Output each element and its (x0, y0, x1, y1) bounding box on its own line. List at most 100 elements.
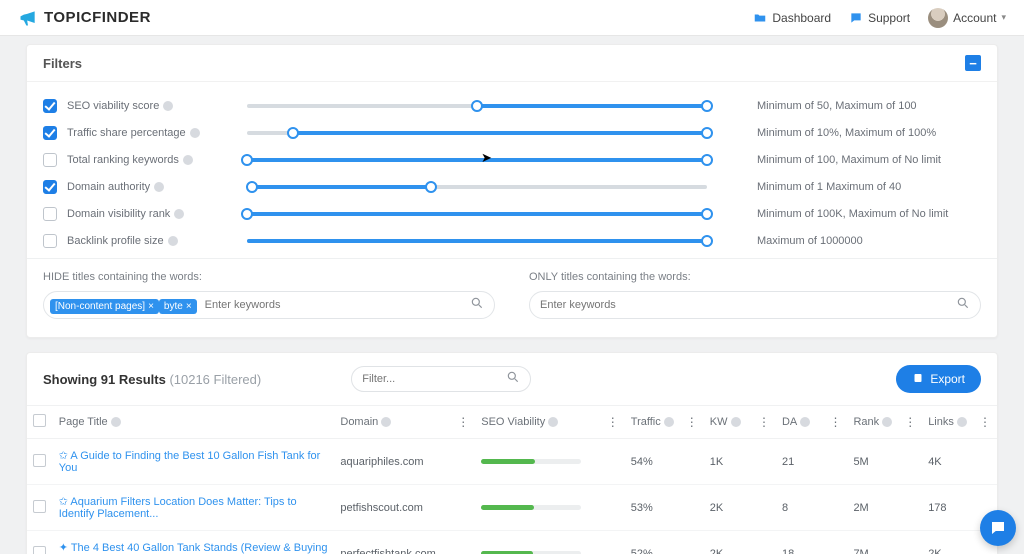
spark-icon: ✦ (59, 542, 68, 554)
select-all-checkbox[interactable] (33, 414, 46, 427)
col-viability[interactable]: SEO Viability (481, 416, 545, 428)
info-icon[interactable] (111, 417, 121, 427)
page-title-link[interactable]: The 4 Best 40 Gallon Tank Stands (Review… (59, 542, 328, 554)
info-icon[interactable] (174, 209, 184, 219)
slider-handle-min[interactable] (287, 127, 299, 139)
col-links[interactable]: Links (928, 416, 954, 428)
row-checkbox[interactable] (33, 500, 46, 513)
cell-da: 18 (776, 531, 823, 554)
info-icon[interactable] (957, 417, 967, 427)
col-rank[interactable]: Rank (853, 416, 879, 428)
info-icon[interactable] (548, 417, 558, 427)
filter-range-text: Minimum of 50, Maximum of 100 (757, 100, 917, 112)
chip-remove-icon[interactable]: × (148, 301, 154, 312)
nav-support[interactable]: Support (849, 11, 910, 25)
results-filter-input[interactable] (351, 366, 531, 392)
page-title-link[interactable]: Aquarium Filters Location Does Matter: T… (59, 496, 297, 520)
results-card: Showing 91 Results (10216 Filtered) Expo… (26, 352, 998, 554)
range-slider[interactable] (247, 126, 707, 140)
filter-row: Domain authority Minimum of 1 Maximum of… (43, 173, 981, 200)
filter-checkbox[interactable] (43, 126, 57, 140)
page-title-link[interactable]: A Guide to Finding the Best 10 Gallon Fi… (59, 450, 321, 474)
star-icon[interactable]: ✩ (59, 450, 68, 462)
keyword-chip[interactable]: [Non-content pages] × (50, 299, 159, 314)
slider-handle-max[interactable] (701, 127, 713, 139)
only-keywords-field[interactable] (536, 299, 952, 311)
export-icon (912, 372, 924, 387)
filter-range-text: Minimum of 100, Maximum of No limit (757, 154, 941, 166)
nav-account[interactable]: Account ▾ (928, 8, 1006, 28)
info-icon[interactable] (882, 417, 892, 427)
info-icon[interactable] (190, 128, 200, 138)
range-slider[interactable] (247, 99, 707, 113)
results-filter-field[interactable] (362, 373, 506, 385)
info-icon[interactable] (664, 417, 674, 427)
nav-dashboard[interactable]: Dashboard (753, 11, 831, 25)
export-button[interactable]: Export (896, 365, 981, 393)
cell-domain: aquariphiles.com (334, 439, 451, 485)
viability-bar (481, 505, 595, 510)
range-slider[interactable] (247, 153, 707, 167)
filter-label: SEO viability score (67, 100, 247, 112)
brand-logo[interactable]: TOPICFINDER (18, 8, 151, 28)
results-table: Page Title Domain ⋮ SEO Viability ⋮ Traf… (27, 405, 997, 554)
slider-handle-max[interactable] (701, 154, 713, 166)
cell-da: 8 (776, 485, 823, 531)
results-count: Showing 91 Results (10216 Filtered) (43, 372, 261, 387)
info-icon[interactable] (168, 236, 178, 246)
filter-range-text: Maximum of 1000000 (757, 235, 863, 247)
col-traffic[interactable]: Traffic (631, 416, 661, 428)
search-icon (506, 370, 520, 389)
slider-handle-min[interactable] (241, 154, 253, 166)
collapse-button[interactable]: − (965, 55, 981, 71)
col-kw[interactable]: KW (710, 416, 728, 428)
col-title[interactable]: Page Title (59, 416, 108, 428)
info-icon[interactable] (163, 101, 173, 111)
slider-handle-max[interactable] (701, 208, 713, 220)
slider-handle-min[interactable] (246, 181, 258, 193)
range-slider[interactable] (247, 234, 707, 248)
filter-checkbox[interactable] (43, 99, 57, 113)
range-slider[interactable] (247, 207, 707, 221)
nav-account-label: Account (953, 11, 996, 25)
filter-row: Total ranking keywords Minimum of 100, M… (43, 146, 981, 173)
only-keywords-input[interactable] (529, 291, 981, 319)
cell-traffic: 54% (625, 439, 680, 485)
info-icon[interactable] (381, 417, 391, 427)
filters-card: Filters − SEO viability score Minimum of… (26, 44, 998, 338)
filter-row: Domain visibility rank Minimum of 100K, … (43, 200, 981, 227)
info-icon[interactable] (154, 182, 164, 192)
filter-checkbox[interactable] (43, 207, 57, 221)
keyword-chip[interactable]: byte × (159, 299, 197, 314)
star-icon[interactable]: ✩ (59, 496, 68, 508)
info-icon[interactable] (800, 417, 810, 427)
chat-fab[interactable] (980, 510, 1016, 546)
slider-handle-max[interactable] (701, 100, 713, 112)
folder-icon (753, 11, 767, 25)
slider-handle-min[interactable] (241, 208, 253, 220)
col-da[interactable]: DA (782, 416, 797, 428)
slider-handle-max[interactable] (425, 181, 437, 193)
cell-rank: 2M (847, 485, 898, 531)
nav-dashboard-label: Dashboard (772, 11, 831, 25)
chip-remove-icon[interactable]: × (186, 301, 192, 312)
filter-checkbox[interactable] (43, 153, 57, 167)
filter-checkbox[interactable] (43, 234, 57, 248)
slider-handle-max[interactable] (701, 235, 713, 247)
slider-handle-min[interactable] (471, 100, 483, 112)
filter-checkbox[interactable] (43, 180, 57, 194)
hide-keywords-input[interactable]: [Non-content pages] ×byte × (43, 291, 495, 319)
info-icon[interactable] (731, 417, 741, 427)
row-checkbox[interactable] (33, 454, 46, 467)
chat-icon (989, 519, 1007, 537)
megaphone-icon (18, 8, 38, 28)
filter-range-text: Minimum of 10%, Maximum of 100% (757, 127, 936, 139)
table-row: ✩ Aquarium Filters Location Does Matter:… (27, 485, 997, 531)
range-slider[interactable] (247, 180, 707, 194)
hide-keywords-field[interactable] (201, 299, 466, 311)
avatar (928, 8, 948, 28)
col-domain[interactable]: Domain (340, 416, 378, 428)
filter-row: SEO viability score Minimum of 50, Maxim… (43, 92, 981, 119)
row-checkbox[interactable] (33, 546, 46, 554)
info-icon[interactable] (183, 155, 193, 165)
